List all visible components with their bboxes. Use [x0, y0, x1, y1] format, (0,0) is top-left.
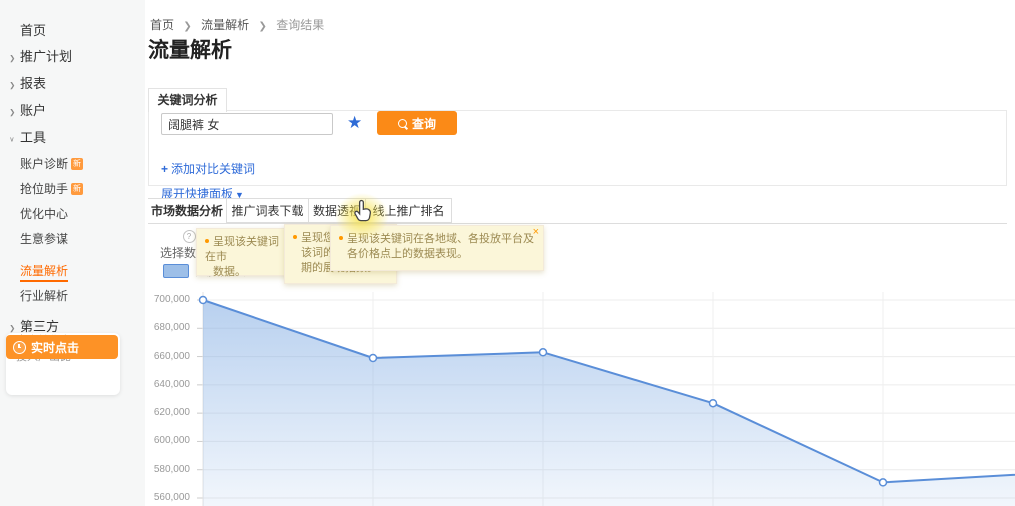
sidebar-item-rank-assistant[interactable]: 抢位助手新	[20, 177, 145, 202]
help-tooltip-ranking: × 呈现该关键词在各地域、各投放平台及 各价格点上的数据表现。	[330, 225, 544, 271]
chevron-right-icon: ❯	[9, 108, 16, 116]
new-badge: 新	[71, 158, 84, 170]
breadcrumb: 首页 ❯ 流量解析 ❯ 查询结果	[150, 16, 324, 33]
y-axis-tick-label: 660,000	[153, 350, 190, 362]
tab-label: 推广词表下载	[231, 204, 304, 218]
page-title: 流量解析	[148, 39, 232, 62]
y-axis-tick-label: 560,000	[153, 492, 190, 503]
sidebar-item-label: 工具	[20, 130, 47, 145]
sidebar-item-label: 账户诊断	[20, 157, 69, 171]
help-icon[interactable]: ?	[182, 230, 196, 243]
breadcrumb-separator: ❯	[258, 21, 267, 32]
sidebar-item-optimization-center[interactable]: 优化中心	[20, 202, 145, 227]
breadcrumb-separator: ❯	[183, 21, 192, 32]
sidebar-item-account-diagnosis[interactable]: 账户诊断新	[20, 152, 145, 177]
breadcrumb-current: 查询结果	[276, 18, 325, 32]
y-axis-tick-label: 680,000	[153, 322, 190, 334]
sidebar-item-account[interactable]: ❯ 账户	[0, 98, 145, 125]
chevron-right-icon: ❯	[9, 81, 16, 89]
sidebar-item-label: 推广计划	[20, 49, 73, 64]
new-badge: 新	[71, 183, 84, 195]
close-icon[interactable]: ×	[533, 227, 539, 238]
chevron-right-icon: ❯	[9, 54, 16, 62]
tooltip-line: 呈现该关键词在市	[205, 236, 279, 263]
plus-icon: +	[161, 162, 169, 176]
sidebar-item-traffic-analysis[interactable]: 流量解析	[20, 259, 145, 284]
tab-label: 线上推广排名	[372, 204, 445, 218]
keyword-input[interactable]	[161, 113, 333, 135]
sidebar-item-label: 账户	[20, 103, 47, 118]
bullet-icon	[293, 235, 297, 239]
sidebar-item-tools[interactable]: ∨ 工具	[0, 125, 145, 152]
y-axis-tick-label: 640,000	[153, 378, 190, 390]
sidebar-item-business-advisor[interactable]: 生意参谋	[20, 227, 145, 252]
tools-submenu: 账户诊断新 抢位助手新 优化中心 生意参谋 流量解析 行业解析	[0, 152, 145, 309]
add-compare-keyword-label: 添加对比关键词	[171, 162, 256, 176]
tab-keyword-analysis[interactable]: 关键词分析	[148, 88, 227, 112]
sidebar-item-label: 首页	[20, 23, 47, 38]
tab-online-promotion-ranking[interactable]: 线上推广排名?	[365, 198, 452, 243]
data-tabs-bar: 市场数据分析? 推广词表下载? 数据透视? 线上推广排名?	[148, 198, 1007, 243]
breadcrumb-section[interactable]: 流量解析	[201, 18, 249, 32]
tab-market-data-analysis[interactable]: 市场数据分析?	[148, 198, 227, 243]
help-tooltip-market: 呈现该关键词在市 数据。	[196, 228, 290, 278]
query-button-label: 查询	[411, 116, 436, 131]
tooltip-line: 呈现该关键词在各地域、各投放平台及	[347, 233, 534, 245]
query-button[interactable]: 查询	[377, 111, 457, 135]
bullet-icon	[339, 236, 343, 240]
favorite-star-icon[interactable]: ★	[347, 112, 362, 134]
y-axis-tick-label: 620,000	[153, 407, 190, 419]
legend-swatch-icon	[163, 263, 189, 278]
sidebar-item-home[interactable]: 首页	[0, 18, 145, 44]
tab-data-pivot[interactable]: 数据透视?	[308, 198, 366, 243]
tooltip-line: 各价格点上的数据表现。	[347, 248, 468, 260]
bullet-icon	[205, 239, 209, 243]
breadcrumb-home[interactable]: 首页	[150, 18, 174, 32]
tooltip-line: 数据。	[213, 266, 246, 278]
sidebar-item-reports[interactable]: ❯ 报表	[0, 71, 145, 98]
sidebar-item-label: 优化中心	[20, 207, 69, 221]
tab-promotion-wordlist-download[interactable]: 推广词表下载?	[226, 198, 309, 243]
keyword-analysis-card: 关键词分析 ★ 查询 +添加对比关键词 展开快捷面板▼	[148, 88, 1007, 201]
search-icon	[397, 118, 407, 128]
add-compare-keyword-link[interactable]: + 添加对比关键词	[161, 160, 255, 177]
y-axis-tick-label: 700,000	[153, 294, 190, 305]
y-axis-tick-label: 600,000	[153, 435, 190, 447]
sidebar-item-label: 抢位助手	[20, 182, 69, 196]
sidebar-item-promotion-plan[interactable]: ❯ 推广计划	[0, 44, 145, 71]
keyword-analysis-body: ★ 查询 +添加对比关键词 展开快捷面板▼	[148, 110, 1007, 201]
y-axis-tick-label: 580,000	[153, 463, 190, 475]
sidebar-item-label: 流量解析	[20, 264, 69, 282]
chevron-down-icon: ∨	[9, 135, 15, 143]
sidebar-item-label: 生意参谋	[20, 232, 69, 246]
sidebar-item-label: 报表	[20, 76, 47, 91]
tab-label: 市场数据分析	[150, 204, 223, 218]
traffic-trend-chart[interactable]: 700,000 680,000 660,000 640,000 620,000 600,0…	[0, 288, 1015, 506]
tab-label: 数据透视	[312, 204, 361, 218]
